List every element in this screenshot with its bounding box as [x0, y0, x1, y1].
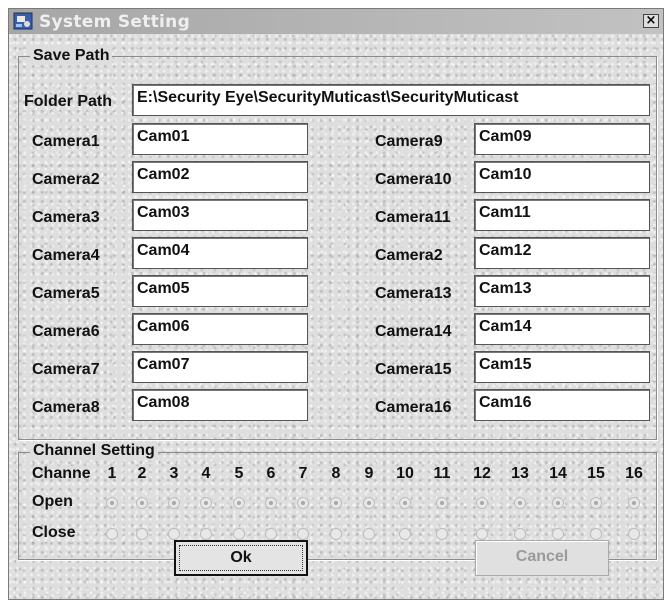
camera-name-field-right-7[interactable]: Cam15: [474, 351, 650, 383]
channel-16-close-radio[interactable]: [628, 528, 640, 540]
camera-name-field-right-1[interactable]: Cam09: [474, 123, 650, 155]
channel-number-12: 12: [473, 465, 491, 482]
channel-3-close-radio[interactable]: [168, 528, 180, 540]
camera-name-field-right-6[interactable]: Cam14: [474, 313, 650, 345]
camera-label-right-2: Camera10: [375, 171, 452, 188]
channel-14-close-radio[interactable]: [552, 528, 564, 540]
camera-name-field-right-8[interactable]: Cam16: [474, 389, 650, 421]
channel-7-open-radio[interactable]: [297, 497, 309, 509]
channel-2-open-radio[interactable]: [136, 497, 148, 509]
channel-number-10: 10: [396, 465, 414, 482]
camera-name-field-right-5[interactable]: Cam13: [474, 275, 650, 307]
camera-name-field-left-5[interactable]: Cam05: [132, 275, 308, 307]
camera-label-right-8: Camera16: [375, 399, 452, 416]
channel-number-11: 11: [433, 465, 451, 482]
camera-label-left-7: Camera7: [32, 361, 100, 378]
channel-13-close-radio[interactable]: [514, 528, 526, 540]
close-label: Close: [32, 524, 76, 541]
camera-label-right-7: Camera15: [375, 361, 452, 378]
camera-label-left-4: Camera4: [32, 247, 100, 264]
channel-label: Channe: [32, 465, 91, 482]
channel-12-close-radio[interactable]: [476, 528, 488, 540]
channel-number-7: 7: [298, 465, 308, 482]
channel-9-open-radio[interactable]: [363, 497, 375, 509]
channel-10-close-radio[interactable]: [399, 528, 411, 540]
camera-label-right-6: Camera14: [375, 323, 452, 340]
channel-4-close-radio[interactable]: [200, 528, 212, 540]
channel-15-open-radio[interactable]: [590, 497, 602, 509]
camera-name-field-left-1[interactable]: Cam01: [132, 123, 308, 155]
channel-setting-legend: Channel Setting: [30, 442, 158, 460]
channel-6-close-radio[interactable]: [265, 528, 277, 540]
channel-number-3: 3: [169, 465, 179, 482]
client-area: Save Path Folder Path E:\Security Eye\Se…: [9, 34, 663, 599]
channel-16-open-radio[interactable]: [628, 497, 640, 509]
channel-8-open-radio[interactable]: [330, 497, 342, 509]
channel-12-open-radio[interactable]: [476, 497, 488, 509]
camera-label-right-4: Camera2: [375, 247, 443, 264]
channel-10-open-radio[interactable]: [399, 497, 411, 509]
channel-11-open-radio[interactable]: [436, 497, 448, 509]
title-bar[interactable]: System Setting ×: [9, 9, 663, 34]
camera-name-field-left-8[interactable]: Cam08: [132, 389, 308, 421]
camera-name-field-left-3[interactable]: Cam03: [132, 199, 308, 231]
channel-8-close-radio[interactable]: [330, 528, 342, 540]
save-path-legend: Save Path: [30, 47, 113, 65]
camera-label-right-3: Camera11: [375, 209, 451, 226]
camera-label-left-8: Camera8: [32, 399, 100, 416]
camera-name-field-right-2[interactable]: Cam10: [474, 161, 650, 193]
close-icon[interactable]: ×: [643, 14, 659, 28]
channel-5-open-radio[interactable]: [233, 497, 245, 509]
channel-1-close-radio[interactable]: [106, 528, 118, 540]
channel-4-open-radio[interactable]: [200, 497, 212, 509]
channel-9-close-radio[interactable]: [363, 528, 375, 540]
channel-13-open-radio[interactable]: [514, 497, 526, 509]
channel-15-close-radio[interactable]: [590, 528, 602, 540]
camera-label-left-3: Camera3: [32, 209, 100, 226]
camera-label-left-5: Camera5: [32, 285, 100, 302]
channel-number-14: 14: [549, 465, 567, 482]
channel-number-5: 5: [234, 465, 244, 482]
channel-number-16: 16: [625, 465, 643, 482]
camera-name-field-right-4[interactable]: Cam12: [474, 237, 650, 269]
channel-7-close-radio[interactable]: [297, 528, 309, 540]
camera-label-left-6: Camera6: [32, 323, 100, 340]
channel-number-6: 6: [266, 465, 276, 482]
channel-2-close-radio[interactable]: [136, 528, 148, 540]
channel-3-open-radio[interactable]: [168, 497, 180, 509]
camera-label-left-2: Camera2: [32, 171, 100, 188]
channel-1-open-radio[interactable]: [106, 497, 118, 509]
channel-number-4: 4: [201, 465, 211, 482]
channel-number-9: 9: [364, 465, 374, 482]
camera-label-right-1: Camera9: [375, 133, 443, 150]
system-setting-window: System Setting × Save Path Folder Path E…: [8, 8, 664, 600]
camera-name-field-left-7[interactable]: Cam07: [132, 351, 308, 383]
channel-number-8: 8: [331, 465, 341, 482]
open-label: Open: [32, 493, 73, 510]
channel-number-15: 15: [587, 465, 605, 482]
cancel-button[interactable]: Cancel: [475, 540, 609, 576]
camera-label-left-1: Camera1: [32, 133, 100, 150]
camera-name-field-left-6[interactable]: Cam06: [132, 313, 308, 345]
channel-14-open-radio[interactable]: [552, 497, 564, 509]
camera-name-field-left-2[interactable]: Cam02: [132, 161, 308, 193]
channel-number-2: 2: [137, 465, 147, 482]
app-icon: [13, 12, 33, 30]
channel-number-13: 13: [511, 465, 529, 482]
folder-path-label: Folder Path: [24, 93, 113, 110]
channel-number-1: 1: [107, 465, 117, 482]
window-title: System Setting: [39, 12, 191, 32]
camera-name-field-right-3[interactable]: Cam11: [474, 199, 650, 231]
ok-button[interactable]: Ok: [174, 540, 308, 576]
camera-label-right-5: Camera13: [375, 285, 452, 302]
channel-5-close-radio[interactable]: [233, 528, 245, 540]
channel-11-close-radio[interactable]: [436, 528, 448, 540]
channel-6-open-radio[interactable]: [265, 497, 277, 509]
camera-name-field-left-4[interactable]: Cam04: [132, 237, 308, 269]
folder-path-field[interactable]: E:\Security Eye\SecurityMuticast\Securit…: [132, 84, 650, 116]
